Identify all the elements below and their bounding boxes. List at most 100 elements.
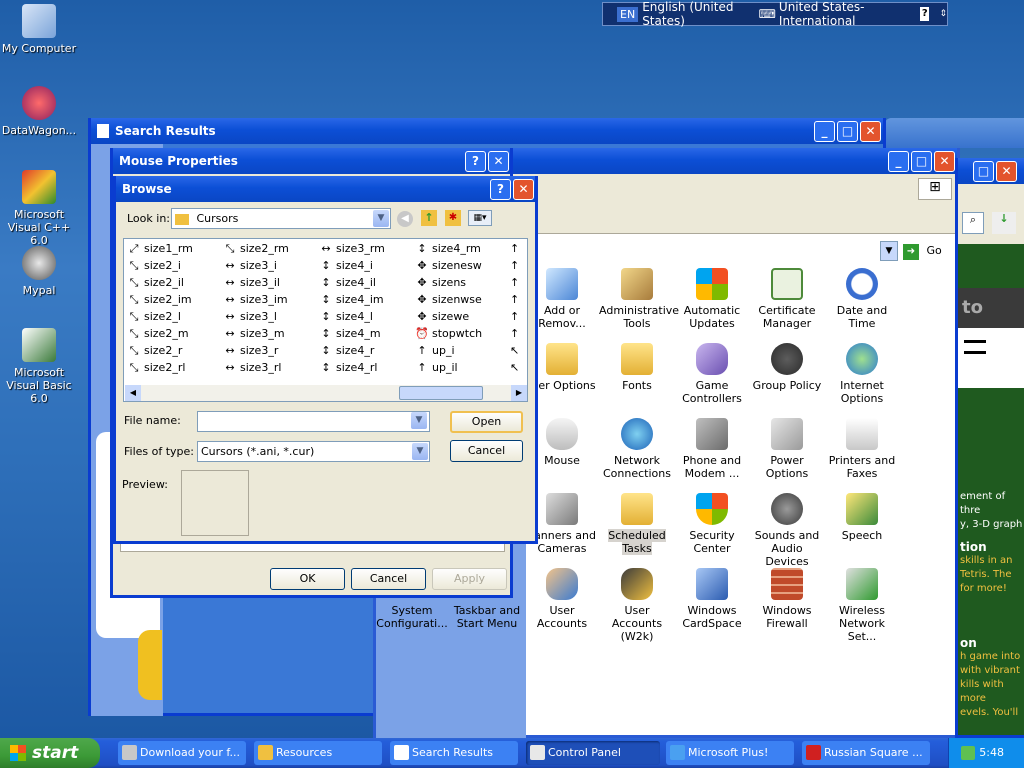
file-item[interactable]: ✥ sizenesw (414, 257, 482, 274)
file-item[interactable]: ↕ size4_r (318, 342, 385, 359)
file-item[interactable]: ↔ size3_i (222, 257, 289, 274)
clock[interactable]: 5:48 (979, 746, 1004, 759)
file-item[interactable]: ⤡ size2_l (126, 308, 193, 325)
magnifier-icon[interactable]: ⌕ (962, 212, 984, 234)
cp-administrative-tools[interactable]: Administrative Tools (599, 268, 679, 330)
browse-titlebar[interactable]: Browse ? ✕ (116, 176, 535, 202)
desktop-icon-my-computer[interactable]: My Computer (0, 4, 78, 55)
file-item[interactable]: ↔ size3_r (222, 342, 289, 359)
cp-printers-faxes[interactable]: Printers and Faxes (824, 418, 900, 480)
chevron-down-icon[interactable]: ▼ (373, 210, 389, 227)
file-item[interactable]: ⤡ size2_il (126, 274, 193, 291)
file-item[interactable]: ↑ up_i (414, 342, 482, 359)
file-item[interactable]: ✥ sizewe (414, 308, 482, 325)
cp-user-accounts-w2k[interactable]: User Accounts (W2k) (599, 568, 675, 643)
desktop-icon-datawagon[interactable]: DataWagon... (0, 86, 78, 137)
cp-sounds-audio[interactable]: Sounds and Audio Devices (749, 493, 825, 568)
file-item[interactable]: ↔ size3_l (222, 308, 289, 325)
close-button[interactable]: ✕ (934, 151, 955, 172)
file-item[interactable]: ↕ size4_rl (318, 359, 385, 376)
new-folder-icon[interactable]: ✱ (445, 210, 461, 226)
desktop-icon-mypal[interactable]: Mypal (0, 246, 78, 297)
file-item[interactable]: ↕ size4_rm (414, 240, 482, 257)
desktop-icon-visual-cpp[interactable]: Microsoft Visual C++ 6.0 (0, 170, 78, 247)
close-button[interactable]: ✕ (996, 161, 1017, 182)
file-item[interactable]: ↕ size4_l (318, 308, 385, 325)
cp-windows-firewall[interactable]: Windows Firewall (749, 568, 825, 630)
download-arrow-icon[interactable]: ↓ (992, 212, 1016, 234)
taskbar-button-resources[interactable]: Resources (254, 741, 382, 765)
file-item[interactable]: ⤢ size1_rm (126, 240, 193, 257)
taskbar-button-download[interactable]: Download your f... (118, 741, 246, 765)
mouse-properties-titlebar[interactable]: Mouse Properties ? ✕ (113, 148, 510, 174)
maximize-button[interactable]: □ (911, 151, 932, 172)
cp-certificate-manager[interactable]: Certificate Manager (749, 268, 825, 330)
chevron-down-icon[interactable]: ▼ (412, 443, 428, 460)
keyboard-layout[interactable]: United States-International (779, 0, 904, 28)
network-tray-icon[interactable] (961, 746, 975, 760)
side-window-titlebar[interactable]: □ ✕ (958, 158, 1024, 184)
view-menu-icon[interactable]: ▦▾ (468, 210, 492, 226)
scroll-thumb[interactable] (399, 386, 483, 400)
file-item[interactable]: ↕ size4_il (318, 274, 385, 291)
files-of-type-dropdown[interactable]: Cursors (*.ani, *.cur) ▼ (197, 441, 430, 462)
back-icon[interactable]: ◀ (397, 211, 413, 227)
address-dropdown-arrow[interactable]: ▼ (880, 241, 898, 261)
up-folder-icon[interactable]: ↑ (421, 210, 437, 226)
close-button[interactable]: ✕ (488, 151, 509, 172)
language-code[interactable]: EN (617, 6, 639, 22)
cp-wireless-network[interactable]: Wireless Network Set... (824, 568, 900, 643)
ok-button[interactable]: OK (270, 568, 345, 590)
options-chevron-icon[interactable]: ⇕ (939, 9, 947, 19)
maximize-button[interactable]: □ (837, 121, 858, 142)
cp-windows-cardspace[interactable]: Windows CardSpace (674, 568, 750, 630)
minimize-button[interactable]: _ (888, 151, 909, 172)
cancel-button[interactable]: Cancel (351, 568, 426, 590)
file-list[interactable]: ⤢ size1_rm ⤡ size2_i ⤡ size2_il ⤡ size2_im ⤡ size… (123, 238, 528, 402)
file-item[interactable]: ↔ size3_il (222, 274, 289, 291)
look-in-dropdown[interactable]: Cursors ▼ (171, 208, 391, 229)
cp-power-options[interactable]: Power Options (749, 418, 825, 480)
go-button[interactable]: ➜ Go (903, 241, 949, 261)
cp-user-accounts[interactable]: User Accounts (524, 568, 600, 630)
horizontal-scrollbar[interactable]: ◀ ▶ (125, 385, 527, 401)
cp-fonts[interactable]: Fonts (599, 343, 675, 392)
chevron-down-icon[interactable]: ▼ (411, 412, 427, 429)
cp-internet-options[interactable]: Internet Options (824, 343, 900, 405)
taskbar-button-search-results[interactable]: Search Results (390, 741, 518, 765)
file-item[interactable]: ↑ up_il (414, 359, 482, 376)
cp-automatic-updates[interactable]: Automatic Updates (674, 268, 750, 330)
taskbar-button-russian-square[interactable]: Russian Square ... (802, 741, 930, 765)
file-item[interactable]: ⤡ size2_im (126, 291, 193, 308)
file-item[interactable]: ⤡ size2_rl (126, 359, 193, 376)
close-button[interactable]: ✕ (860, 121, 881, 142)
taskbar-button-control-panel[interactable]: Control Panel (526, 741, 660, 765)
maximize-button[interactable]: □ (973, 161, 994, 182)
menu-icon[interactable] (964, 340, 986, 354)
cp-phone-modem[interactable]: Phone and Modem ... (674, 418, 750, 480)
file-item[interactable]: ⏰ stopwtch (414, 325, 482, 342)
file-item[interactable]: ⤡ size2_r (126, 342, 193, 359)
cancel-button[interactable]: Cancel (450, 440, 523, 462)
desktop-icon-visual-basic[interactable]: Microsoft Visual Basic 6.0 (0, 328, 78, 405)
help-button[interactable]: ? (465, 151, 486, 172)
open-button[interactable]: Open (450, 411, 523, 433)
file-item[interactable]: ✥ sizenwse (414, 291, 482, 308)
file-item[interactable]: ↔ size3_rl (222, 359, 289, 376)
scroll-left-arrow-icon[interactable]: ◀ (125, 385, 141, 401)
file-item[interactable]: ⤡ size2_i (126, 257, 193, 274)
cp-speech[interactable]: Speech (824, 493, 900, 542)
scroll-right-arrow-icon[interactable]: ▶ (511, 385, 527, 401)
cp-date-time[interactable]: Date and Time (824, 268, 900, 330)
close-button[interactable]: ✕ (513, 179, 534, 200)
start-button[interactable]: start (0, 738, 100, 768)
address-bar[interactable] (516, 241, 886, 261)
language-bar[interactable]: EN English (United States) ⌨ United Stat… (602, 0, 948, 28)
file-item[interactable]: ⤡ size2_m (126, 325, 193, 342)
file-item[interactable]: ↕ size4_i (318, 257, 385, 274)
file-name-input[interactable] (197, 411, 430, 432)
taskbar-button-microsoft-plus[interactable]: Microsoft Plus! (666, 741, 794, 765)
side-browser-window[interactable]: □ ✕ ⌕ ↓ to ement of thre y, 3-D graph ti… (955, 158, 1024, 738)
cp-network-connections[interactable]: Network Connections (599, 418, 675, 480)
help-icon[interactable]: ? (920, 7, 930, 21)
